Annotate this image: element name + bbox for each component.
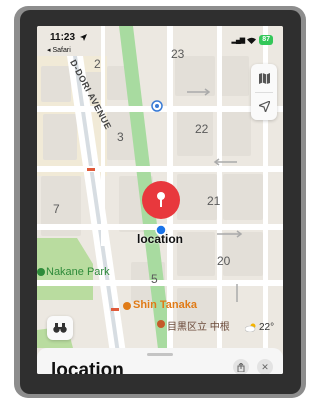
back-to-app-link[interactable]: ◂ Safari: [47, 46, 71, 54]
poi-marker-icon[interactable]: [123, 302, 131, 310]
poi-label-secondary[interactable]: 目黒区立 中根: [167, 318, 230, 333]
block-number: 2: [94, 57, 101, 71]
status-bar: 11:23 ◂ Safari ▂▄▆ 87: [37, 26, 283, 56]
block-number: 7: [53, 202, 60, 216]
wifi-icon: [247, 37, 257, 44]
pin-label[interactable]: location: [137, 232, 183, 246]
close-icon: ✕: [261, 361, 269, 372]
sheet-grabber[interactable]: [147, 353, 173, 356]
map-icon: [258, 72, 270, 84]
park-label[interactable]: Nakane Park: [46, 266, 110, 278]
clock: 11:23: [50, 32, 76, 43]
poi-label[interactable]: Shin Tanaka: [133, 299, 197, 311]
cloud-sun-icon: [245, 323, 256, 332]
close-button[interactable]: ✕: [257, 359, 273, 374]
cellular-signal-icon: ▂▄▆: [231, 37, 245, 44]
location-arrow-icon: [258, 100, 270, 112]
block-number: 22: [195, 122, 209, 136]
temperature: 22°: [259, 322, 275, 333]
map-mode-button[interactable]: [251, 64, 277, 92]
location-services-icon: [80, 34, 87, 41]
share-button[interactable]: [233, 359, 249, 374]
weather-badge: 22°: [245, 322, 274, 333]
park-marker-icon[interactable]: [37, 268, 45, 276]
block-number: 21: [207, 194, 221, 208]
school-marker-icon[interactable]: [157, 320, 165, 328]
block-number: 5: [151, 272, 158, 286]
place-sheet[interactable]: location ✕: [37, 348, 283, 374]
location-pin-icon[interactable]: [142, 181, 180, 219]
maps-screen: 2 23 3 22 7 21 20 5 D-DORI AVENUE locati…: [37, 26, 283, 374]
binoculars-icon: [53, 323, 67, 333]
look-around-button[interactable]: [47, 316, 73, 340]
battery-indicator: 87: [259, 35, 273, 45]
map-controls: [251, 64, 277, 120]
block-number: 20: [217, 254, 231, 268]
status-icons: ▂▄▆ 87: [231, 35, 273, 45]
sheet-title: location: [51, 360, 124, 374]
share-icon: [237, 362, 245, 372]
locate-me-button[interactable]: [251, 92, 277, 120]
block-number: 3: [117, 130, 124, 144]
